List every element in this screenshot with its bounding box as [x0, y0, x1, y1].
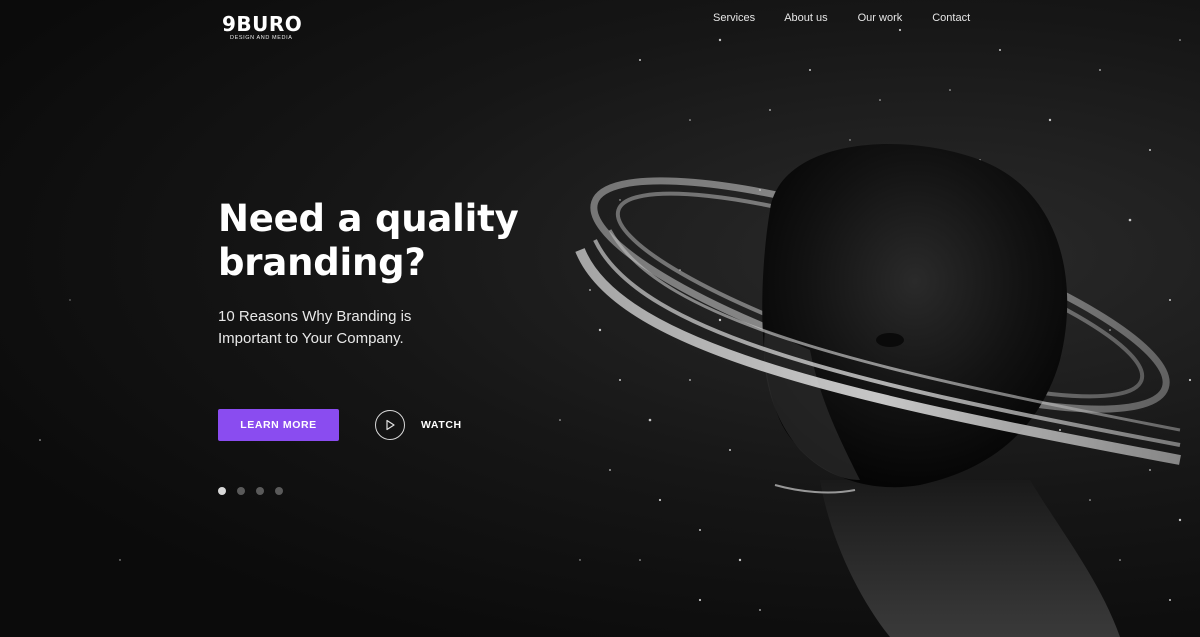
learn-more-button[interactable]: LEARN MORE — [218, 409, 339, 441]
slide-dot-1[interactable] — [218, 487, 226, 495]
subcopy-line-2: Important to Your Company. — [218, 330, 404, 347]
watch-label: WATCH — [421, 418, 462, 431]
slider-pagination — [218, 487, 283, 495]
play-icon[interactable] — [375, 409, 405, 440]
nav-item-contact[interactable]: Contact — [932, 11, 970, 25]
watch-video-button[interactable]: WATCH — [375, 409, 462, 440]
logo-tagline: DESIGN AND MEDIA — [230, 35, 293, 41]
headline-line-2: branding? — [218, 241, 426, 284]
headline-line-1: Need a quality — [218, 197, 519, 240]
nav-item-our-work[interactable]: Our work — [858, 11, 903, 25]
brand-logo[interactable]: 9BURO DESIGN AND MEDIA — [222, 14, 302, 42]
slide-dot-2[interactable] — [237, 487, 245, 495]
main-nav: Services About us Our work Contact — [713, 11, 970, 25]
nav-item-services[interactable]: Services — [713, 11, 755, 25]
hero-subcopy: 10 Reasons Why Branding is Important to … — [218, 306, 468, 350]
logo-wordmark: 9BURO — [222, 12, 303, 36]
hero-headline: Need a quality branding? — [218, 197, 538, 285]
hero-section: 9BURO DESIGN AND MEDIA Services About us… — [0, 0, 1200, 637]
subcopy-line-1: 10 Reasons Why Branding is — [218, 308, 412, 325]
nav-item-about-us[interactable]: About us — [784, 11, 827, 25]
slide-dot-3[interactable] — [256, 487, 264, 495]
slide-dot-4[interactable] — [275, 487, 283, 495]
saturn-head-illustration — [560, 100, 1200, 637]
